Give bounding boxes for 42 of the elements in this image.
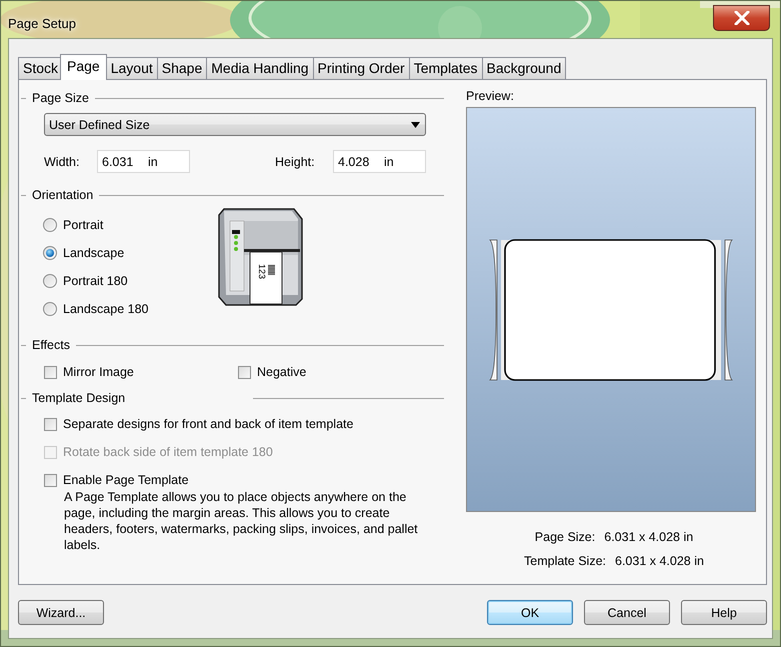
tab[interactable]: Shape bbox=[156, 57, 208, 79]
window-title: Page Setup bbox=[8, 16, 76, 31]
unit-label: in bbox=[384, 154, 394, 168]
tab[interactable]: Printing Order bbox=[312, 57, 410, 79]
tab[interactable]: Media Handling bbox=[206, 57, 314, 79]
tab[interactable]: Page bbox=[60, 54, 107, 80]
tab[interactable]: Templates bbox=[408, 57, 483, 79]
tab[interactable]: Background bbox=[482, 57, 566, 79]
field-label: Height: bbox=[275, 154, 315, 168]
description-text: A Page Template allows you to place objects anywhere on the page, including the margin areas. This allows you to create headers, footers, watermarks, packing slips, invoices, and pallet labels. bbox=[64, 489, 419, 553]
page-size-label: Page Size: bbox=[534, 530, 596, 544]
close-button[interactable] bbox=[713, 5, 770, 31]
tab[interactable]: Layout bbox=[106, 57, 158, 79]
height-field[interactable]: 4.028 in bbox=[333, 150, 426, 173]
field-label: Width: bbox=[44, 154, 80, 168]
dialog-button[interactable]: Cancel bbox=[584, 600, 670, 625]
dialog-button[interactable]: Wizard... bbox=[18, 600, 104, 625]
template-size-value: 6.031 x 4.028 in bbox=[615, 554, 704, 568]
radio-button[interactable]: Portrait bbox=[43, 218, 104, 232]
width-field[interactable]: 6.031 in bbox=[97, 150, 190, 173]
label-text: 123 bbox=[257, 264, 267, 280]
page-size-dropdown[interactable]: User Defined Size bbox=[44, 113, 426, 136]
radio-button[interactable]: Landscape bbox=[43, 246, 124, 260]
caret-icon bbox=[411, 122, 420, 128]
section-heading: Template Design bbox=[32, 391, 126, 405]
section-heading: Page Size bbox=[32, 91, 89, 105]
preview-label: Preview: bbox=[466, 88, 515, 105]
radio-button[interactable]: Landscape 180 bbox=[43, 302, 148, 316]
checkbox[interactable]: Enable Page Template bbox=[44, 473, 189, 487]
unit-label: in bbox=[148, 154, 158, 168]
printer-icon bbox=[218, 208, 303, 306]
section-heading: Effects bbox=[32, 338, 70, 352]
dialog-button[interactable]: Help bbox=[681, 600, 767, 625]
close-icon bbox=[734, 11, 750, 25]
radio-button[interactable]: Portrait 180 bbox=[43, 274, 128, 288]
dialog-button[interactable]: OK bbox=[487, 600, 573, 625]
section-heading: Orientation bbox=[32, 188, 94, 202]
checkbox[interactable]: Separate designs for front and back of item template bbox=[44, 417, 354, 431]
checkbox[interactable]: Mirror Image bbox=[44, 365, 134, 379]
checkbox[interactable]: Negative bbox=[238, 365, 306, 379]
template-size-label: Template Size: bbox=[524, 554, 606, 568]
page-size-value: 6.031 x 4.028 in bbox=[604, 530, 694, 544]
